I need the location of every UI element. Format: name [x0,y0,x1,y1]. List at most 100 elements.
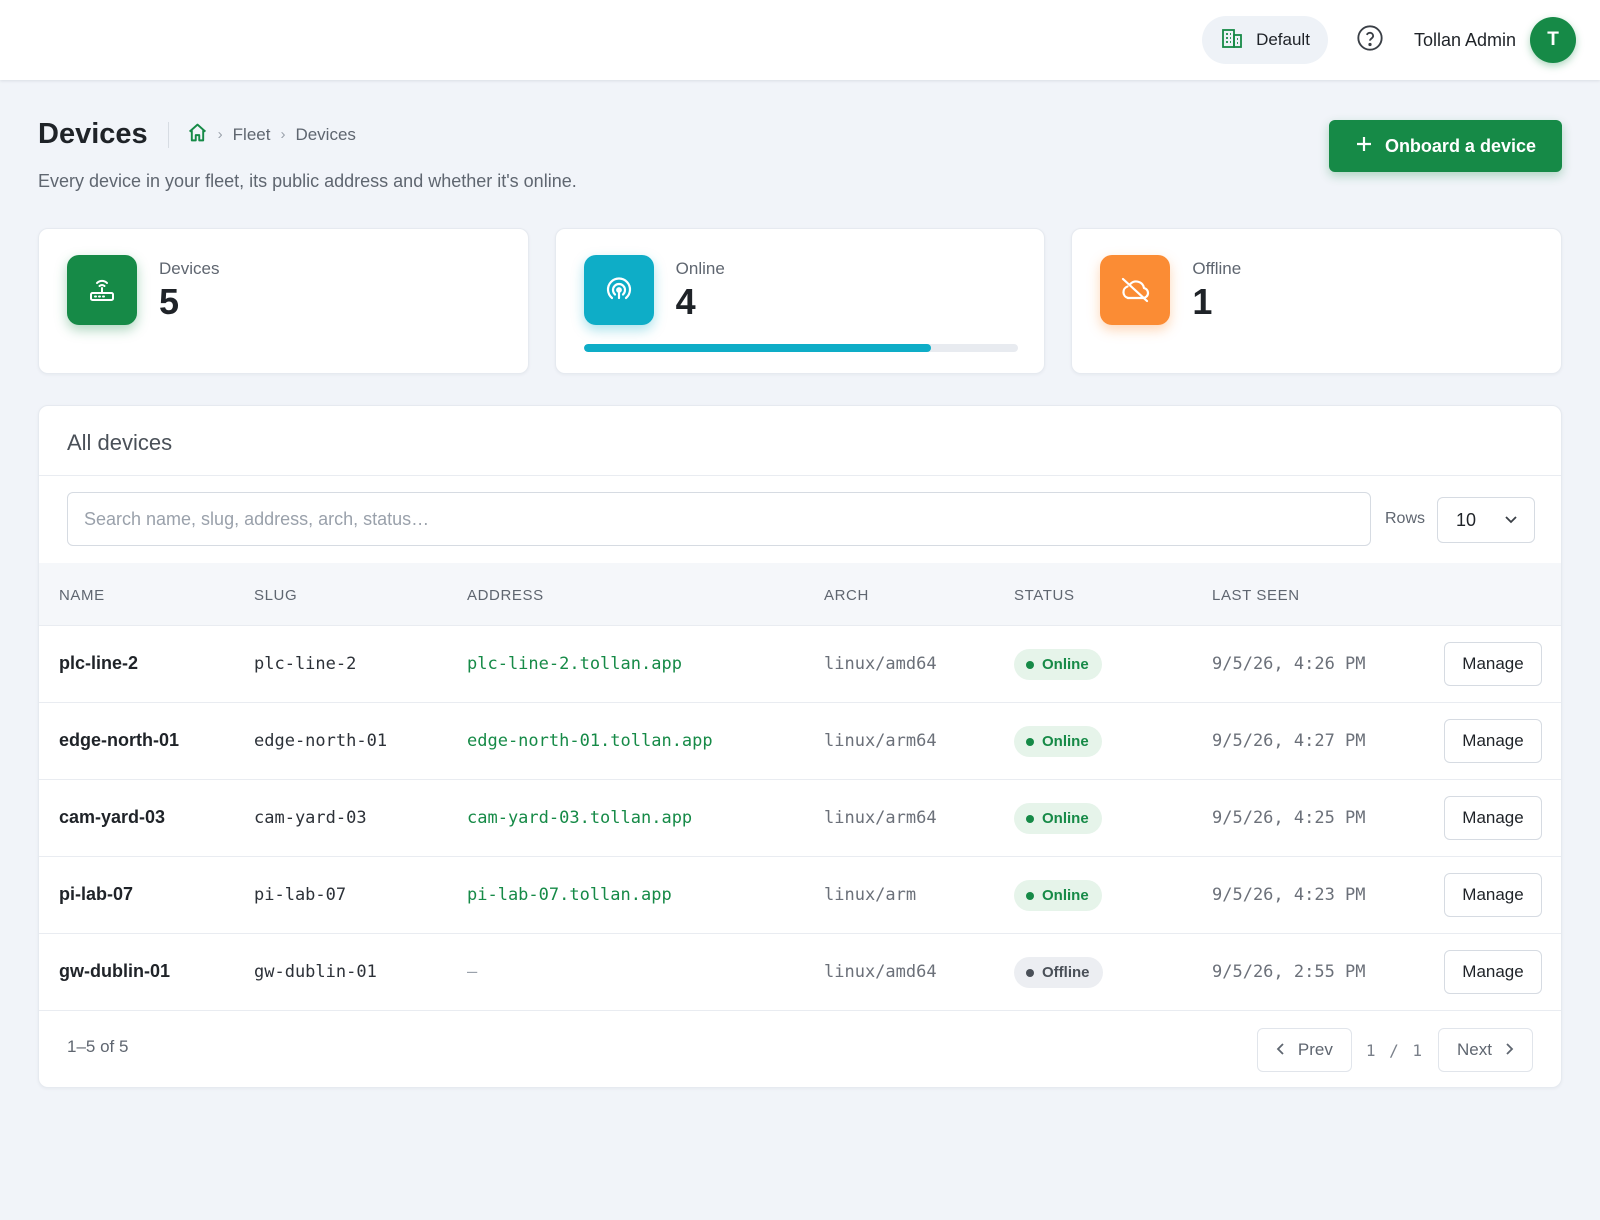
column-header-slug[interactable]: SLUG [254,587,297,604]
help-button[interactable] [1346,16,1394,64]
title-divider [167,121,169,148]
status-badge: Online [1014,803,1102,834]
card-title: All devices [67,430,173,455]
device-last-seen: 9/5/26, 4:25 PM [1212,808,1366,828]
status-text: Online [1042,656,1089,673]
stat-card-online: Online 4 [554,228,1046,374]
manage-button[interactable]: Manage [1444,642,1542,686]
device-name[interactable]: pi-lab-07 [59,884,133,905]
device-arch: linux/arm [824,885,917,905]
range-text: 1–5 of 5 [67,1037,129,1056]
manage-button[interactable]: Manage [1444,873,1542,917]
online-progress-fill [583,344,931,352]
status-text: Online [1042,887,1089,904]
stat-cards: Devices 5 Online 4 Offline 1 [38,228,1563,374]
device-last-seen: 9/5/26, 2:55 PM [1212,962,1366,982]
prev-label: Prev [1297,1040,1333,1059]
device-slug: pi-lab-07 [254,885,347,905]
avatar: T [1530,17,1576,63]
breadcrumb: › Fleet › Devices [187,122,356,148]
chevron-right-icon [1504,1040,1514,1060]
column-header-address[interactable]: ADDRESS [467,587,544,604]
column-header-status[interactable]: STATUS [1014,587,1075,604]
next-label: Next [1457,1040,1492,1059]
table-row: plc-line-2 plc-line-2 plc-line-2.tollan.… [39,626,1561,703]
stat-value: 1 [1192,281,1213,322]
device-address-link[interactable]: plc-line-2.tollan.app [467,654,682,674]
card-divider [39,475,1561,476]
device-slug: cam-yard-03 [254,808,367,828]
signal-icon [583,255,654,325]
prev-page-button[interactable]: Prev [1256,1028,1352,1072]
status-badge: Offline [1014,957,1103,988]
rows-per-page-value: 10 [1456,509,1477,530]
status-badge: Online [1014,649,1102,680]
device-name[interactable]: gw-dublin-01 [59,961,170,982]
manage-button[interactable]: Manage [1444,950,1542,994]
table-row: pi-lab-07 pi-lab-07 pi-lab-07.tollan.app… [39,857,1561,934]
router-icon [67,255,137,325]
next-page-button[interactable]: Next [1438,1028,1533,1072]
status-dot-icon [1026,660,1034,669]
device-name[interactable]: plc-line-2 [59,653,138,674]
online-progress-bar [583,344,1018,352]
status-text: Offline [1042,964,1090,981]
rows-label: Rows [1385,510,1426,527]
stat-label: Offline [1192,259,1242,278]
page-title: Devices [38,118,148,150]
table-footer: 1–5 of 5 Prev 1 / 1 Next [39,1011,1561,1087]
top-bar: Default Tollan Admin T [0,0,1600,80]
page-indicator: 1 / 1 [1365,1040,1425,1060]
stat-label: Online [675,259,725,278]
column-header-name[interactable]: NAME [59,587,105,604]
page-subtitle: Every device in your fleet, its public a… [38,171,577,191]
plus-icon [1355,135,1373,158]
workspace-switcher[interactable]: Default [1202,16,1328,64]
manage-button[interactable]: Manage [1444,719,1542,763]
device-arch: linux/arm64 [824,731,937,751]
device-slug: gw-dublin-01 [254,962,377,982]
status-dot-icon [1026,891,1034,900]
stat-card-devices: Devices 5 [38,228,529,374]
manage-button[interactable]: Manage [1444,796,1542,840]
all-devices-card: All devices Rows 10 NAME SLUG ADDRESS AR… [38,405,1562,1088]
column-header-last-seen[interactable]: LAST SEEN [1212,587,1300,604]
home-icon[interactable] [187,122,208,148]
breadcrumb-fleet[interactable]: Fleet [233,125,271,145]
column-header-arch[interactable]: ARCH [824,587,869,604]
stat-value: 5 [159,281,180,322]
pagination: Prev 1 / 1 Next [1256,1028,1533,1072]
rows-per-page-select[interactable]: 10 [1437,497,1535,543]
stat-label: Devices [159,259,220,278]
device-slug: plc-line-2 [254,654,357,674]
stat-value: 4 [675,281,696,322]
chevron-down-icon [1504,510,1518,531]
user-name: Tollan Admin [1413,29,1516,50]
breadcrumb-devices: Devices [295,124,356,144]
device-last-seen: 9/5/26, 4:27 PM [1212,731,1366,751]
chevron-right-icon: › [217,126,223,143]
onboard-device-button[interactable]: Onboard a device [1328,120,1562,172]
user-menu[interactable]: Tollan Admin T [1414,17,1576,63]
status-text: Online [1042,810,1089,827]
help-icon [1356,24,1384,57]
device-name[interactable]: cam-yard-03 [59,807,165,828]
device-address-link[interactable]: cam-yard-03.tollan.app [467,808,692,828]
device-name[interactable]: edge-north-01 [59,730,179,751]
building-icon [1220,26,1244,55]
search-input[interactable] [67,492,1371,546]
status-badge: Online [1014,726,1102,757]
onboard-device-label: Onboard a device [1384,135,1536,156]
device-address-empty: – [467,962,478,982]
chevron-right-icon: › [280,126,286,143]
device-last-seen: 9/5/26, 4:23 PM [1212,885,1366,905]
table-row: gw-dublin-01 gw-dublin-01 – linux/amd64 … [39,934,1561,1011]
status-dot-icon [1026,814,1034,823]
device-address-link[interactable]: pi-lab-07.tollan.app [467,885,672,905]
workspace-label: Default [1256,30,1310,49]
chevron-left-icon [1276,1040,1286,1060]
device-address-link[interactable]: edge-north-01.tollan.app [467,731,713,751]
table-header: NAME SLUG ADDRESS ARCH STATUS LAST SEEN [39,563,1561,626]
device-arch: linux/amd64 [824,962,937,982]
device-arch: linux/arm64 [824,808,937,828]
